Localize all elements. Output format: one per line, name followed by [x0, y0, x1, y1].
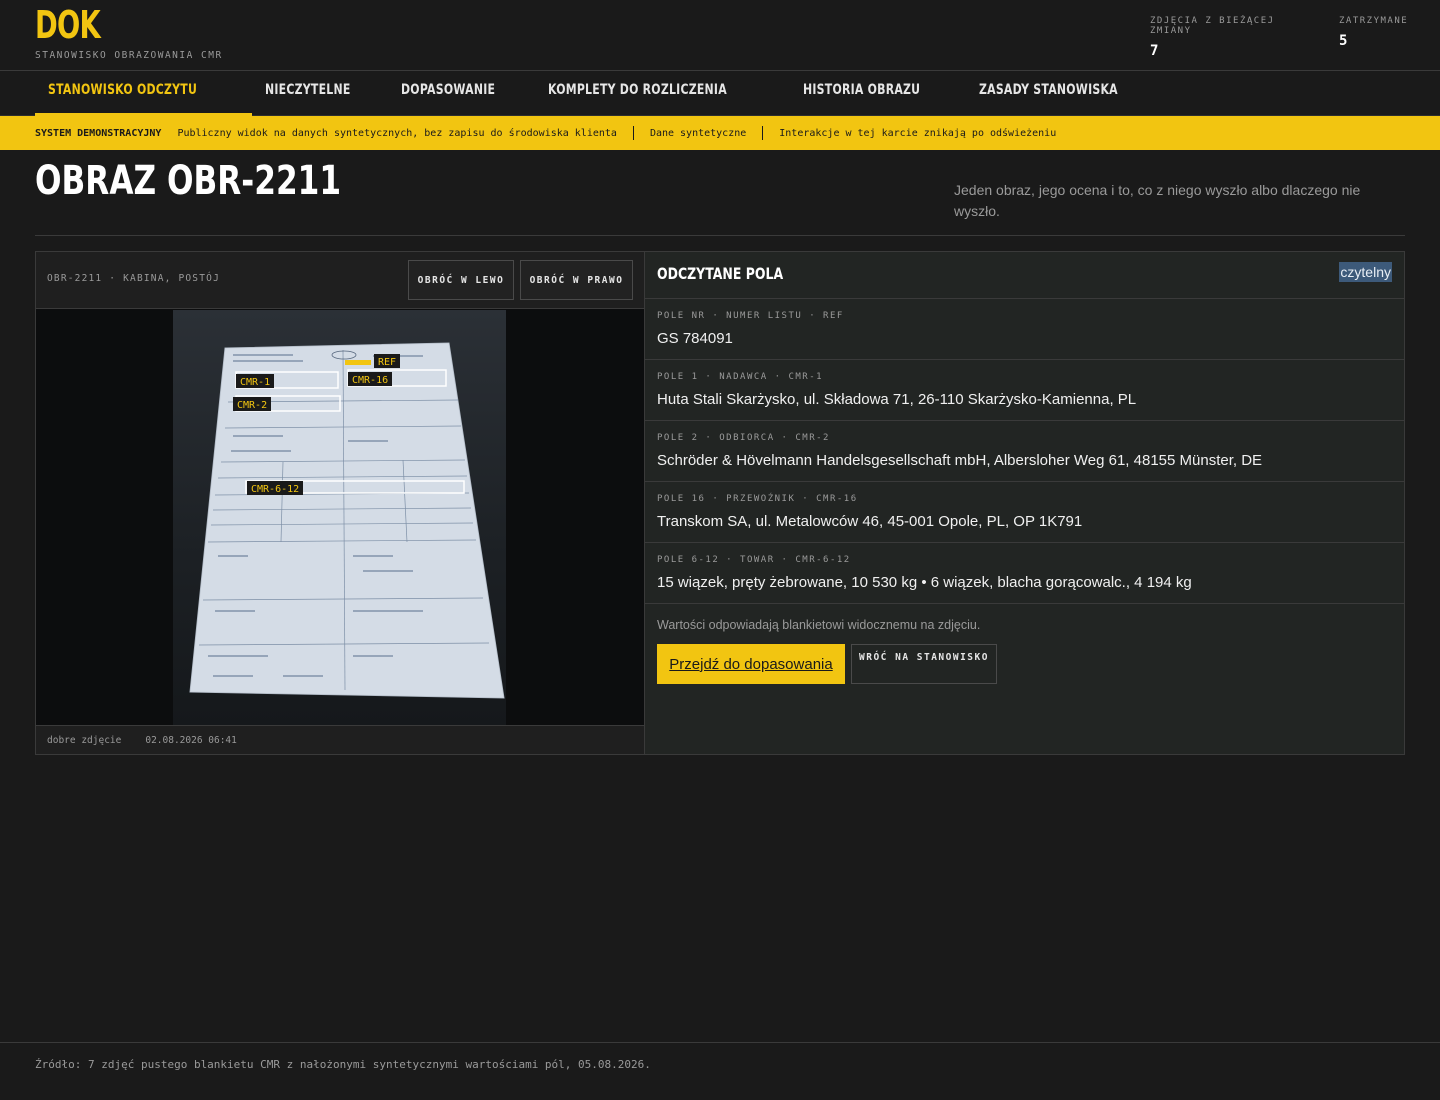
demo-banner: SYSTEM DEMONSTRACYJNY Publiczny widok na… [0, 116, 1440, 150]
field-label: POLE NR · NUMER LISTU · REF [657, 311, 844, 321]
read-fields-panel: ODCZYTANE POLA czytelny POLE NR · NUMER … [645, 252, 1404, 754]
divider [632, 126, 634, 140]
field-value: GS 784091 [657, 330, 733, 347]
tag-cmr-16: CMR-16 [352, 375, 388, 386]
field-consignee: POLE 2 · ODBIORCA · CMR-2 Schröder & Höv… [645, 421, 1404, 482]
page-description: Jeden obraz, jego ocena i to, co z niego… [954, 182, 1361, 219]
tab-reading-station[interactable]: STANOWISKO ODCZYTU [35, 71, 253, 116]
field-label: POLE 6-12 · TOWAR · CMR-6-12 [657, 555, 851, 565]
image-timestamp: 02.08.2026 06:41 [145, 734, 237, 746]
field-sender: POLE 1 · NADAWCA · CMR-1 Huta Stali Skar… [645, 360, 1404, 421]
demo-banner-title: SYSTEM DEMONSTRACYJNY [35, 127, 162, 139]
field-value: Huta Stali Skarżysko, ul. Składowa 71, 2… [657, 391, 1137, 408]
main-nav: STANOWISKO ODCZYTU NIECZYTELNE DOPASOWAN… [0, 71, 1440, 116]
field-label: POLE 16 · PRZEWOŹNIK · CMR-16 [657, 494, 858, 504]
image-review-panel: OBR-2211 · KABINA, POSTÓJ OBRÓĆ W LEWO O… [35, 251, 1405, 755]
image-viewer-panel: OBR-2211 · KABINA, POSTÓJ OBRÓĆ W LEWO O… [36, 252, 645, 754]
demo-banner-text: Interakcje w tej karcie znikają po odświ… [779, 127, 1057, 139]
tag-cmr-1: CMR-1 [240, 377, 270, 388]
tag-ref: REF [378, 357, 396, 368]
field-label: POLE 1 · NADAWCA · CMR-1 [657, 372, 824, 382]
read-fields-title: ODCZYTANE POLA [657, 264, 784, 283]
shift-stats: ZDJĘCIA Z BIEŻĄCEJ ZMIANY 7 ZATRZYMANE 5 [1150, 16, 1409, 59]
field-value: Schröder & Hövelmann Handelsgesellschaft… [657, 452, 1263, 469]
field-ref: POLE NR · NUMER LISTU · REF GS 784091 [645, 299, 1404, 360]
field-value: 15 wiązek, pręty żebrowane, 10 530 kg • … [657, 574, 1192, 591]
top-bar: DOK STANOWISKO OBRAZOWANIA CMR ZDJĘCIA Z… [0, 0, 1440, 71]
tab-image-history[interactable]: HISTORIA OBRAZU [790, 71, 966, 116]
field-goods: POLE 6-12 · TOWAR · CMR-6-12 15 wiązek, … [645, 543, 1404, 604]
rotate-left-button[interactable]: OBRÓĆ W LEWO [408, 260, 514, 300]
tab-illegible[interactable]: NIECZYTELNE [252, 71, 388, 116]
status-badge: czytelny [1339, 262, 1392, 282]
brand-subtitle: STANOWISKO OBRAZOWANIA CMR [35, 50, 223, 61]
field-label: POLE 2 · ODBIORCA · CMR-2 [657, 433, 830, 443]
rotate-right-button[interactable]: OBRÓĆ W PRAWO [520, 260, 633, 300]
tab-matching[interactable]: DOPASOWANIE [388, 71, 535, 116]
go-to-matching-button[interactable]: Przejdź do dopasowania [657, 644, 845, 684]
stat-shift-photos: ZDJĘCIA Z BIEŻĄCEJ ZMIANY 7 [1150, 16, 1317, 59]
match-note: Wartości odpowiadają blankietowi widoczn… [657, 618, 981, 632]
stat-label: ZATRZYMANE [1339, 16, 1409, 26]
page-header: OBRAZ OBR-2211 Jeden obraz, jego ocena i… [35, 150, 1405, 236]
viewer-toolbar: OBR-2211 · KABINA, POSTÓJ OBRÓĆ W LEWO O… [36, 252, 644, 309]
cmr-photo: REF CMR-1 CMR-16 CMR-2 CMR-6-12 [173, 310, 506, 725]
tag-cmr-6-12: CMR-6-12 [251, 484, 299, 495]
image-viewport[interactable]: REF CMR-1 CMR-16 CMR-2 CMR-6-12 [36, 309, 644, 726]
read-fields-header: ODCZYTANE POLA czytelny [645, 252, 1404, 299]
demo-banner-text: Dane syntetyczne [649, 127, 747, 139]
image-id: OBR-2211 · KABINA, POSTÓJ [47, 273, 220, 284]
demo-banner-text: Publiczny widok na danych syntetycznych,… [177, 127, 617, 139]
footer: Źródło: 7 zdjęć pustego blankietu CMR z … [0, 1042, 1440, 1100]
tab-settlement-sets[interactable]: KOMPLETY DO ROZLICZENIA [535, 71, 790, 116]
stat-value: 5 [1339, 33, 1348, 49]
field-value: Transkom SA, ul. Metalowców 46, 45-001 O… [657, 513, 1083, 530]
field-carrier: POLE 16 · PRZEWOŹNIK · CMR-16 Transkom S… [645, 482, 1404, 543]
divider [762, 126, 764, 140]
cmr-document-image: REF CMR-1 CMR-16 CMR-2 CMR-6-12 [189, 342, 505, 699]
back-to-station-button[interactable]: WRÓĆ NA STANOWISKO [851, 644, 997, 684]
image-quality: dobre zdjęcie [47, 734, 122, 746]
stat-label: ZDJĘCIA Z BIEŻĄCEJ ZMIANY [1150, 16, 1275, 36]
brand: DOK STANOWISKO OBRAZOWANIA CMR [35, 4, 223, 61]
source-note: Źródło: 7 zdjęć pustego blankietu CMR z … [35, 1058, 651, 1071]
action-row: Przejdź do dopasowania WRÓĆ NA STANOWISK… [645, 632, 1404, 684]
brand-logo[interactable]: DOK [35, 4, 101, 46]
image-meta: dobre zdjęcie 02.08.2026 06:41 [36, 725, 644, 754]
page-title: OBRAZ OBR-2211 [35, 158, 342, 204]
tag-cmr-2: CMR-2 [237, 400, 267, 411]
tab-station-rules[interactable]: ZASADY STANOWISKA [966, 71, 1170, 116]
stat-value: 7 [1150, 43, 1159, 59]
stat-held: ZATRZYMANE 5 [1339, 16, 1409, 59]
